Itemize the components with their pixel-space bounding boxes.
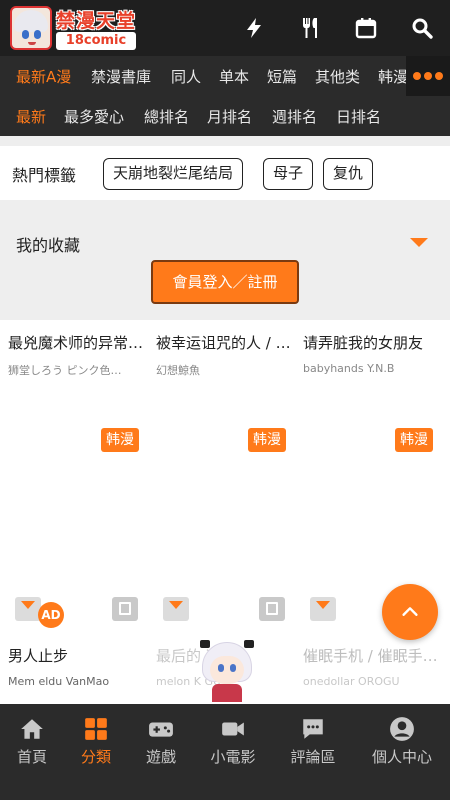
comic-card[interactable]: 催眠手机 / 催眠手… onedollar OROGU — [303, 645, 443, 695]
nav-label: 個人中心 — [371, 748, 432, 766]
more-categories-icon[interactable] — [406, 56, 450, 96]
top-header: 禁漫天堂 18comic — [0, 0, 450, 56]
image-placeholder-icon — [163, 597, 189, 621]
korean-badge: 韩漫 — [101, 428, 139, 452]
hot-tags-section: 熱門標籤 天崩地裂烂尾结局 母子 复仇 — [0, 146, 450, 200]
logo-mascot-icon — [10, 6, 52, 50]
nav-videos[interactable]: 小電影 — [193, 716, 273, 767]
ad-badge: AD — [38, 602, 64, 628]
nav-games[interactable]: 遊戲 — [121, 716, 201, 767]
fork-knife-icon[interactable] — [292, 10, 328, 46]
favorites-label: 我的收藏 — [16, 236, 81, 255]
logo-title: 禁漫天堂 — [56, 10, 137, 32]
site-logo[interactable]: 禁漫天堂 18comic — [10, 6, 138, 50]
comment-icon — [303, 719, 323, 739]
video-camera-icon — [222, 722, 244, 736]
nav-label: 評論區 — [290, 748, 336, 766]
search-icon[interactable] — [404, 10, 440, 46]
korean-badge: 韩漫 — [395, 428, 433, 452]
category-tabs: 最新A漫 禁漫書庫 同人 单本 短篇 其他类 韩漫 — [0, 56, 450, 96]
scroll-to-top-button[interactable] — [382, 584, 438, 640]
tab-other[interactable]: 其他类 — [315, 66, 360, 87]
tab-latest-a-comic[interactable]: 最新A漫 — [16, 66, 71, 87]
grid-icon — [85, 718, 107, 740]
tab-korean[interactable]: 韩漫 — [378, 66, 408, 87]
sort-monthly-rank[interactable]: 月排名 — [207, 106, 252, 127]
comic-title[interactable]: 男人止步 — [8, 645, 148, 666]
sort-latest[interactable]: 最新 — [16, 106, 46, 127]
hot-tag[interactable]: 天崩地裂烂尾结局 — [103, 158, 244, 190]
sort-weekly-rank[interactable]: 週排名 — [272, 106, 317, 127]
image-placeholder-icon — [112, 597, 138, 621]
nav-profile[interactable]: 個人中心 — [357, 716, 447, 767]
sort-daily-rank[interactable]: 日排名 — [336, 106, 381, 127]
favorites-section: 我的收藏 會員登入／註冊 — [0, 210, 450, 320]
nav-comments[interactable]: 評論區 — [273, 716, 353, 767]
gamepad-icon — [149, 722, 173, 737]
comic-title[interactable]: 催眠手机 / 催眠手… — [303, 645, 443, 666]
comic-card[interactable]: 男人止步 Mem eldu VanMao — [8, 645, 148, 695]
sort-tabs: 最新 最多愛心 總排名 月排名 週排名 日排名 — [0, 96, 450, 136]
comic-author[interactable]: 幻想鯨魚 — [156, 362, 296, 378]
tab-doujin[interactable]: 同人 — [171, 66, 201, 87]
comic-card[interactable]: 最兇魔术师的异常… 狮堂しろう ピンク色… — [8, 332, 148, 382]
comic-author[interactable]: Mem eldu VanMao — [8, 675, 148, 688]
tab-short[interactable]: 短篇 — [267, 66, 297, 87]
hot-tag[interactable]: 母子 — [263, 158, 314, 190]
image-placeholder-icon — [15, 597, 41, 621]
sort-most-liked[interactable]: 最多愛心 — [64, 106, 124, 127]
comic-author[interactable]: onedollar OROGU — [303, 675, 443, 688]
mascot-image — [196, 640, 258, 702]
korean-badge: 韩漫 — [248, 428, 286, 452]
chevron-down-icon[interactable] — [410, 238, 428, 247]
divider — [0, 136, 450, 146]
image-placeholder-icon — [310, 597, 336, 621]
hot-tags-label: 熱門標籤 — [12, 166, 77, 185]
comic-title[interactable]: 最兇魔术师的异常… — [8, 332, 148, 353]
comic-title[interactable]: 请弄脏我的女朋友 — [303, 332, 443, 353]
tab-library[interactable]: 禁漫書庫 — [91, 66, 151, 87]
hot-tag[interactable]: 复仇 — [323, 158, 374, 190]
user-icon — [390, 717, 414, 741]
sort-total-rank[interactable]: 總排名 — [144, 106, 189, 127]
comic-title[interactable]: 被幸运诅咒的人 / … — [156, 332, 296, 353]
comic-author[interactable]: 狮堂しろう ピンク色… — [8, 362, 148, 378]
lightning-icon[interactable] — [236, 10, 272, 46]
image-placeholder-icon — [259, 597, 285, 621]
tab-single[interactable]: 单本 — [219, 66, 249, 87]
calendar-icon[interactable] — [348, 10, 384, 46]
home-icon — [21, 719, 43, 739]
comic-author[interactable]: babyhands Y.N.B — [303, 362, 443, 375]
logo-subtitle: 18comic — [56, 32, 136, 50]
login-register-button[interactable]: 會員登入／註冊 — [151, 260, 299, 304]
chevron-up-icon — [402, 607, 418, 616]
comic-card[interactable]: 请弄脏我的女朋友 babyhands Y.N.B — [303, 332, 443, 382]
bottom-navigation: 首頁 分類 遊戲 小電影 評論區 個人中心 — [0, 704, 450, 800]
nav-label: 遊戲 — [145, 748, 176, 766]
comic-card[interactable]: 被幸运诅咒的人 / … 幻想鯨魚 — [156, 332, 296, 382]
nav-label: 小電影 — [210, 748, 256, 766]
divider — [0, 200, 450, 210]
